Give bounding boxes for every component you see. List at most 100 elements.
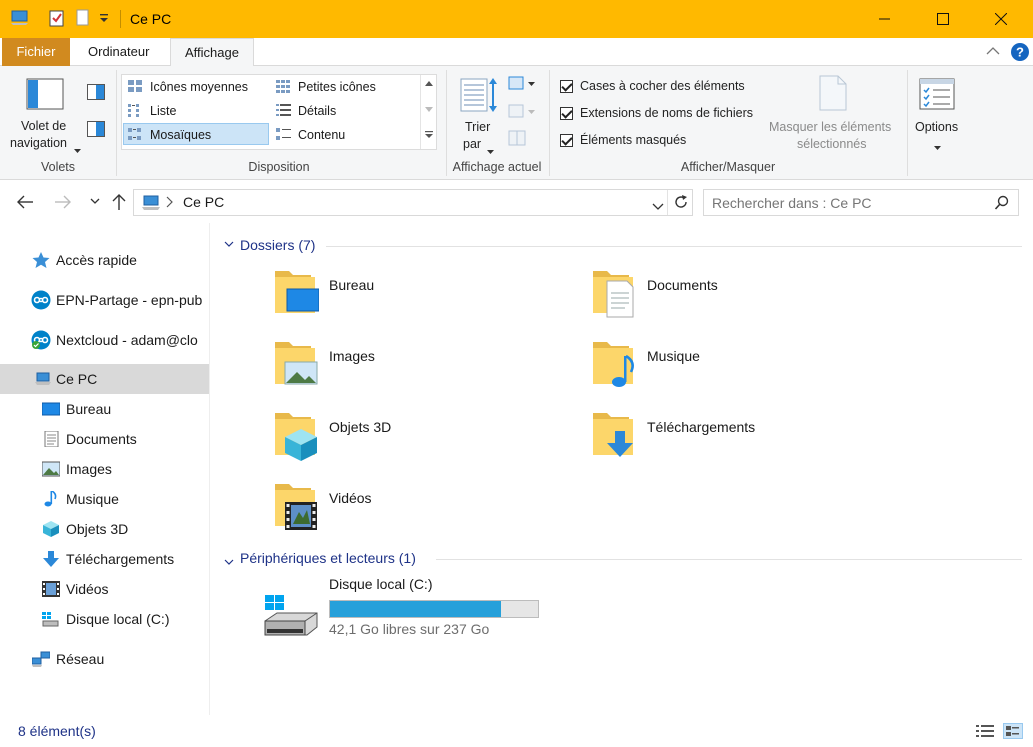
sidebar-item-reseau[interactable]: Réseau: [0, 644, 209, 674]
collapse-folders-icon[interactable]: [224, 237, 234, 252]
sidebar-item-objets-3d[interactable]: Objets 3D: [0, 514, 209, 544]
sidebar-item-label: EPN-Partage - epn-pub: [56, 292, 203, 308]
folder-tile-videos[interactable]: Vidéos: [271, 480, 571, 542]
sidebar-item-bureau[interactable]: Bureau: [0, 394, 209, 424]
minimize-button[interactable]: [856, 0, 914, 38]
collapse-devices-icon[interactable]: [224, 555, 234, 570]
layout-details[interactable]: Détails: [272, 100, 416, 122]
hidden-items-checkbox[interactable]: [560, 134, 573, 147]
hide-selected-button[interactable]: Masquer les éléments sélectionnés: [764, 72, 904, 156]
chevron-down-icon: [90, 198, 100, 204]
sort-by-button[interactable]: Trier par: [456, 72, 502, 156]
refresh-icon[interactable]: [673, 194, 689, 213]
layout-content-label: Contenu: [298, 128, 346, 142]
ribbon-tabs: Fichier Ordinateur Affichage ?: [0, 38, 1033, 67]
sidebar-item-images[interactable]: Images: [0, 454, 209, 484]
hide-selected-label-1: Masquer les éléments: [769, 120, 892, 134]
svg-text:?: ?: [1016, 45, 1024, 60]
group-separator: [907, 70, 908, 176]
layout-content[interactable]: Contenu: [272, 124, 416, 146]
breadcrumb-chevron-icon[interactable]: [166, 196, 173, 211]
address-bar[interactable]: Ce PC: [133, 189, 693, 216]
item-checkboxes-checkbox[interactable]: [560, 80, 573, 93]
details-pane-icon[interactable]: [87, 121, 105, 140]
size-columns-icon: [508, 130, 526, 149]
devices-section-header[interactable]: Périphériques et lecteurs (1): [240, 547, 416, 569]
group-by-icon[interactable]: [508, 76, 536, 95]
drive-free-space: 42,1 Go libres sur 237 Go: [329, 621, 490, 637]
breadcrumb-ce-pc[interactable]: Ce PC: [183, 194, 224, 210]
customize-toolbar-icon[interactable]: [99, 12, 109, 27]
tab-file[interactable]: Fichier: [2, 38, 70, 66]
new-folder-icon[interactable]: [76, 9, 90, 30]
sidebar-item-label: Téléchargements: [66, 551, 175, 567]
tab-computer[interactable]: Ordinateur: [74, 38, 163, 66]
document-icon: [44, 431, 59, 447]
search-icon[interactable]: [994, 195, 1010, 214]
search-input[interactable]: [712, 194, 982, 212]
folder-tile-musique[interactable]: Musique: [589, 338, 889, 400]
details-view-icon: [276, 104, 291, 116]
videos-folder-icon: [275, 484, 317, 530]
recent-locations-button[interactable]: [84, 191, 106, 213]
collapse-ribbon-icon[interactable]: [986, 45, 1000, 60]
chevron-down-icon: [487, 143, 494, 158]
folder-name: Vidéos: [329, 490, 372, 506]
layout-tiles[interactable]: Mosaïques: [123, 123, 269, 145]
layout-group-label: Disposition: [248, 160, 310, 174]
layout-gallery: Icônes moyennes Petites icônes Liste Dét…: [121, 74, 437, 150]
sidebar-item-disque-local[interactable]: Disque local (C:): [0, 604, 209, 634]
sidebar-item-videos[interactable]: Vidéos: [0, 574, 209, 604]
sidebar-item-label: Réseau: [56, 651, 105, 667]
up-button[interactable]: [108, 191, 130, 213]
folder-tile-objets-3d[interactable]: Objets 3D: [271, 409, 571, 471]
help-icon[interactable]: ?: [1010, 42, 1030, 65]
details-view-toggle-icon[interactable]: [976, 724, 994, 741]
layout-list[interactable]: Liste: [124, 100, 268, 122]
folder-tile-telechargements[interactable]: Téléchargements: [589, 409, 889, 471]
address-history-icon[interactable]: [652, 199, 664, 214]
address-divider: [667, 190, 668, 215]
layout-medium-icons[interactable]: Icônes moyennes: [124, 76, 268, 98]
navigation-pane: Accès rapide EPN-Partage - epn-pub Nextc…: [0, 223, 210, 715]
sidebar-item-telechargements[interactable]: Téléchargements: [0, 544, 209, 574]
sort-icon: [460, 76, 498, 117]
sidebar-item-label: Objets 3D: [66, 521, 129, 537]
layout-details-label: Détails: [298, 104, 337, 118]
sidebar-item-ce-pc[interactable]: Ce PC: [0, 364, 209, 394]
properties-icon[interactable]: [49, 9, 65, 30]
hidden-items-label: Éléments masqués: [580, 133, 687, 147]
preview-pane-icon[interactable]: [87, 84, 105, 103]
folders-section-header[interactable]: Dossiers (7): [240, 234, 315, 256]
section-divider: [326, 246, 1022, 247]
sidebar-item-label: Nextcloud - adam@clo: [56, 332, 198, 348]
sidebar-item-musique[interactable]: Musique: [0, 484, 209, 514]
add-columns-icon: [508, 104, 536, 123]
folder-name: Objets 3D: [329, 419, 392, 435]
sidebar-item-quick-access[interactable]: Accès rapide: [0, 245, 209, 275]
tiles-view-toggle-icon[interactable]: [1003, 723, 1023, 739]
sidebar-item-nextcloud[interactable]: Nextcloud - adam@clo: [0, 325, 209, 355]
music-folder-icon: [593, 342, 634, 387]
documents-folder-icon: [593, 271, 634, 318]
maximize-button[interactable]: [914, 0, 972, 38]
sidebar-item-documents[interactable]: Documents: [0, 424, 209, 454]
sidebar-item-epn-partage[interactable]: EPN-Partage - epn-pub: [0, 285, 209, 315]
tab-view[interactable]: Affichage: [170, 38, 254, 67]
chevron-down-icon: [934, 139, 941, 154]
file-extensions-checkbox[interactable]: [560, 107, 573, 120]
folder-tile-documents[interactable]: Documents: [589, 267, 889, 329]
layout-small-icons[interactable]: Petites icônes: [272, 76, 416, 98]
forward-button[interactable]: [52, 191, 74, 213]
options-button[interactable]: Options: [912, 72, 964, 156]
search-box[interactable]: [703, 189, 1019, 216]
back-button[interactable]: [14, 191, 36, 213]
sidebar-item-label: Vidéos: [66, 581, 109, 597]
close-button[interactable]: [972, 0, 1030, 38]
layout-gallery-scroller[interactable]: [420, 75, 436, 149]
cube-icon: [43, 521, 59, 537]
folder-name: Musique: [647, 348, 700, 364]
folder-tile-bureau[interactable]: Bureau: [271, 267, 571, 329]
folder-tile-images[interactable]: Images: [271, 338, 571, 400]
navigation-pane-button[interactable]: Volet de navigation: [8, 72, 84, 154]
